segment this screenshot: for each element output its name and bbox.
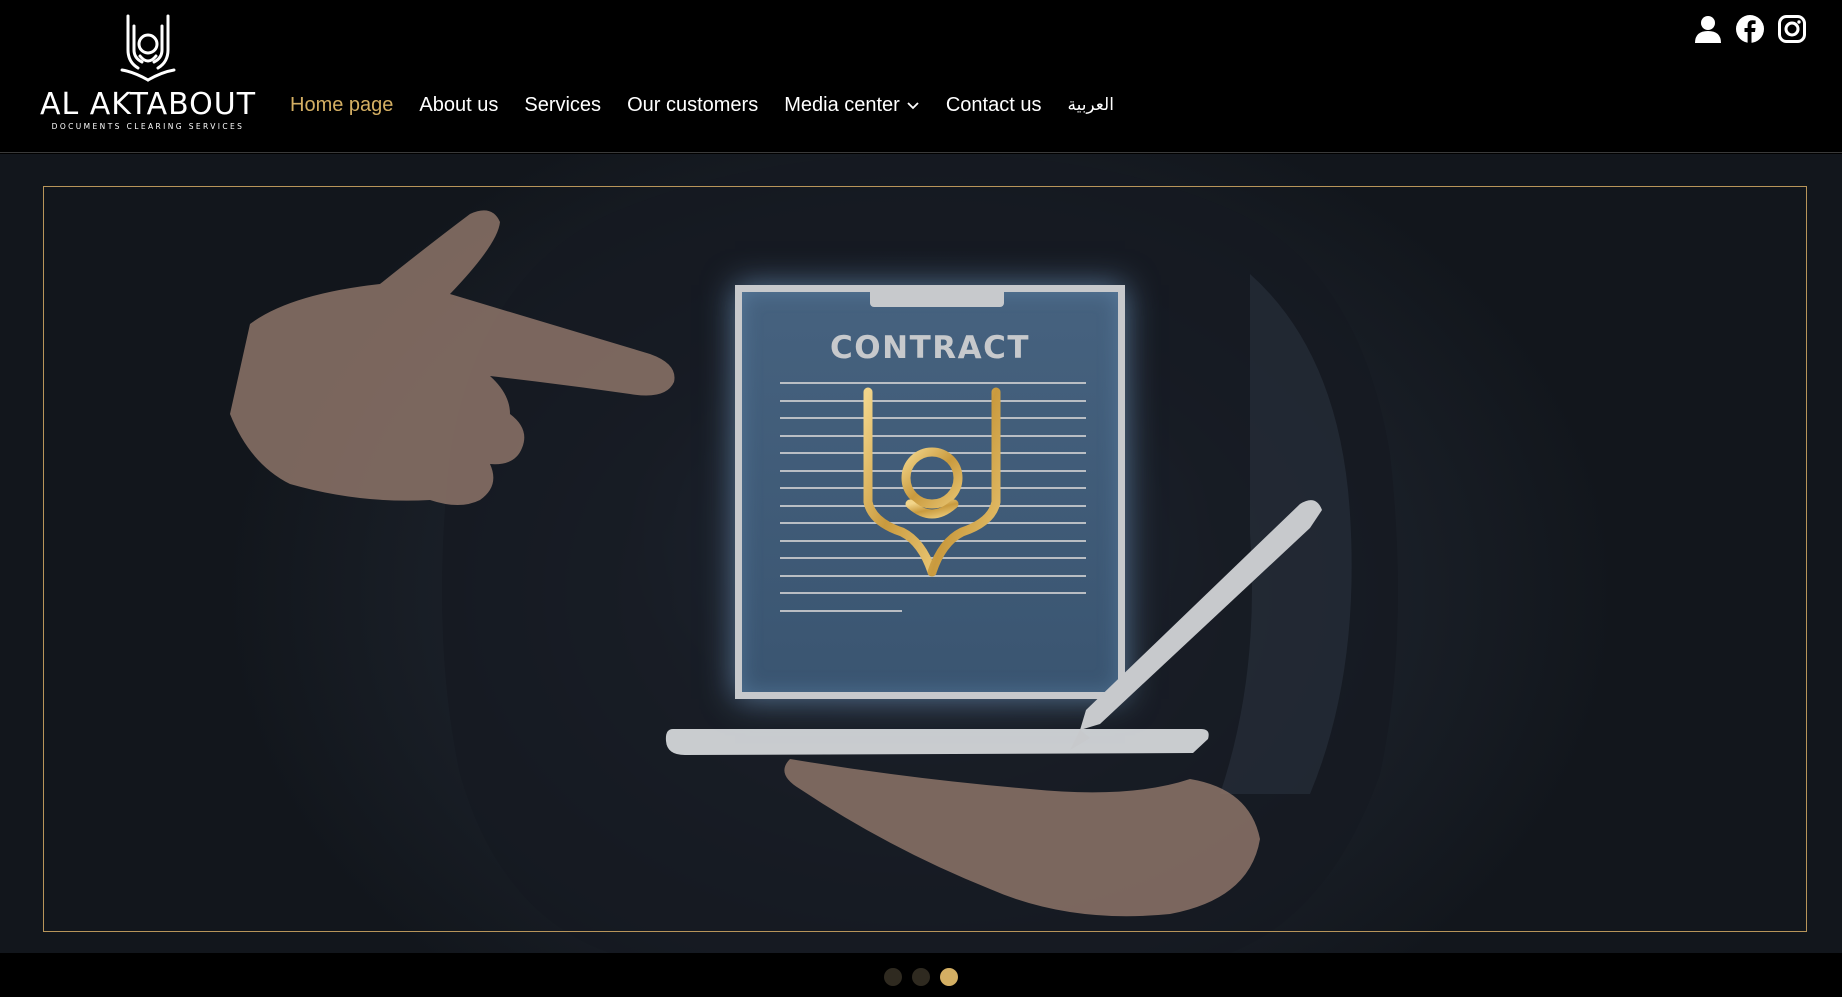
facebook-icon[interactable] <box>1735 14 1765 44</box>
nav-contact-us[interactable]: Contact us <box>946 94 1042 117</box>
user-icon[interactable] <box>1693 14 1723 44</box>
nav-language-arabic[interactable]: العربية <box>1067 95 1113 115</box>
nav-services[interactable]: Services <box>524 94 601 117</box>
hero-gold-frame <box>43 186 1807 932</box>
header-icons <box>1681 14 1807 44</box>
chevron-down-icon <box>907 102 919 110</box>
instagram-icon[interactable] <box>1777 14 1807 44</box>
slider-dot-1[interactable] <box>884 968 902 986</box>
site-header: AL AKTABOUT DOCUMENTS CLEARING SERVICES … <box>0 0 1842 153</box>
nav-media-center[interactable]: Media center <box>784 94 920 117</box>
nav-our-customers[interactable]: Our customers <box>627 94 758 117</box>
slider-dot-3[interactable] <box>940 968 958 986</box>
brand-emblem-icon <box>120 14 176 82</box>
slider-pagination <box>0 968 1842 986</box>
main-nav: Home page About us Services Our customer… <box>290 90 1140 120</box>
nav-media-center-label: Media center <box>784 93 900 116</box>
nav-about-us[interactable]: About us <box>419 94 498 117</box>
brand-logo[interactable]: AL AKTABOUT DOCUMENTS CLEARING SERVICES <box>34 10 262 131</box>
slider-dot-2[interactable] <box>912 968 930 986</box>
brand-name: AL AKTABOUT <box>39 87 257 122</box>
brand-tagline: DOCUMENTS CLEARING SERVICES <box>51 122 245 131</box>
hero-slider: CONTRACT <box>0 154 1842 953</box>
nav-home-page[interactable]: Home page <box>290 94 393 117</box>
